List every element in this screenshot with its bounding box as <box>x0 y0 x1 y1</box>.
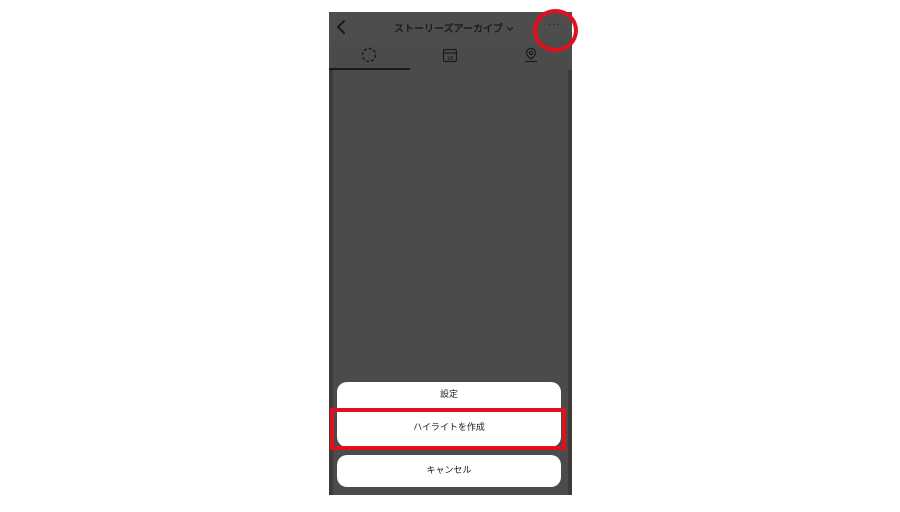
more-button-annotation-circle <box>533 9 578 52</box>
chevron-down-icon <box>506 26 514 31</box>
highlight-annotation-box <box>330 408 566 450</box>
calendar-icon[interactable]: 18 <box>441 46 459 64</box>
chevron-left-icon[interactable] <box>335 19 347 35</box>
story-ring-icon[interactable] <box>360 46 378 64</box>
archive-tabs: 18 <box>329 42 572 70</box>
settings-button[interactable]: 設定 <box>337 382 561 409</box>
archive-title-dropdown[interactable]: ストーリーズアーカイブ <box>389 20 519 35</box>
location-pin-icon[interactable] <box>522 46 540 64</box>
calendar-day-label: 18 <box>447 56 454 62</box>
story-thumbnail-edge <box>568 70 572 495</box>
cancel-button[interactable]: キャンセル <box>337 455 561 487</box>
page-title: ストーリーズアーカイブ <box>394 24 503 35</box>
